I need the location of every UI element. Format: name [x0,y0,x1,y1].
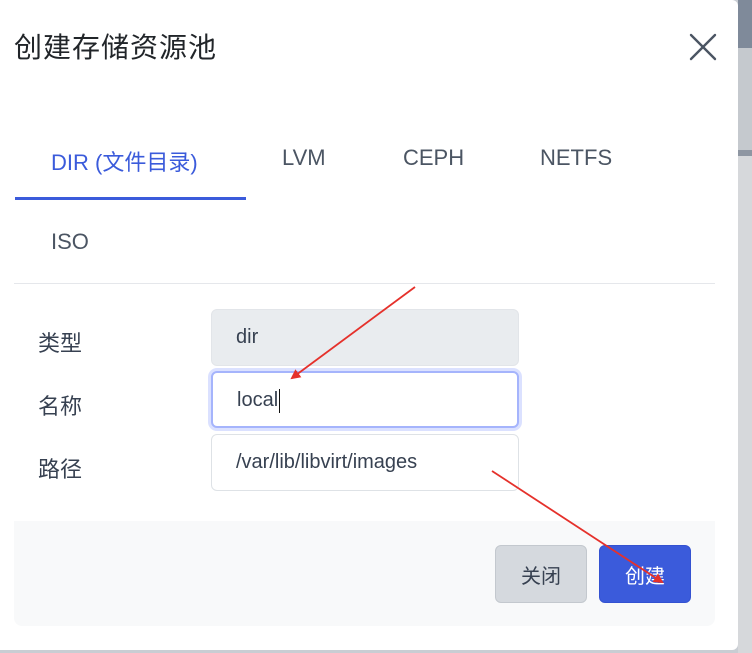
tab-lvm[interactable]: LVM [282,145,326,171]
name-input[interactable]: local [211,371,519,428]
pool-type-tabs: DIR (文件目录) LVM CEPH NETFS ISO [14,110,715,285]
dialog-title: 创建存储资源池 [14,32,218,63]
create-button[interactable]: 创建 [599,545,691,603]
tab-dir[interactable]: DIR (文件目录) [51,145,198,177]
modal-backdrop [738,0,752,653]
path-value: /var/lib/libvirt/images [236,451,418,473]
active-tab-indicator [15,197,246,200]
type-label: 类型 [38,331,83,356]
create-storage-pool-dialog: 创建存储资源池 DIR (文件目录) LVM CEPH NETFS ISO 类型… [0,0,738,650]
tab-iso[interactable]: ISO [51,229,89,255]
name-label: 名称 [38,394,83,419]
close-icon [689,33,717,61]
path-input[interactable]: /var/lib/libvirt/images [211,434,519,491]
close-button[interactable] [686,30,720,64]
tab-ceph[interactable]: CEPH [403,145,464,171]
tab-netfs[interactable]: NETFS [540,145,612,171]
tabs-divider [14,283,715,284]
name-value: local [237,389,279,411]
type-value: dir [236,326,259,348]
cancel-button[interactable]: 关闭 [495,545,587,603]
text-caret [279,388,281,413]
path-label: 路径 [38,457,83,482]
type-field: dir [211,309,519,366]
